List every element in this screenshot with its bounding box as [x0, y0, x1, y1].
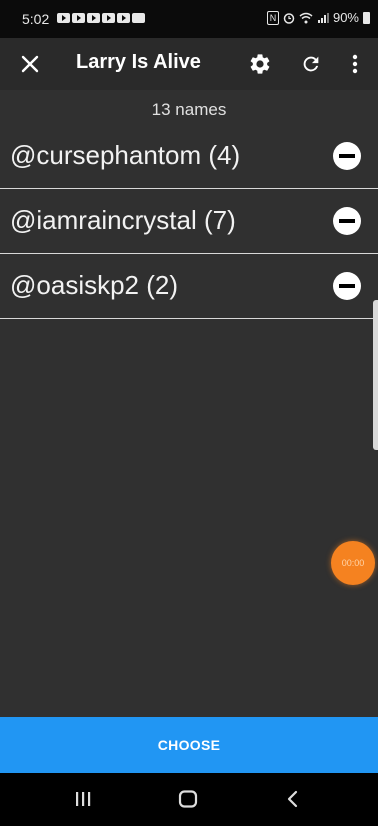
recents-icon	[76, 792, 91, 806]
system-icons: N 90%	[266, 10, 370, 25]
list-item[interactable]: @cursephantom (4)	[0, 124, 378, 189]
home-icon	[178, 790, 198, 808]
list-item[interactable]: @iamraincrystal (7)	[0, 189, 378, 254]
youtube-notification-icon	[102, 13, 115, 23]
list-item[interactable]: @oasiskp2 (2)	[0, 254, 378, 319]
youtube-notification-icon	[72, 13, 85, 23]
list-item-label: @oasiskp2 (2)	[10, 270, 179, 300]
list-item-label: @cursephantom (4)	[10, 140, 241, 170]
youtube-notification-icon	[87, 13, 100, 23]
signal-icon	[317, 12, 329, 23]
camera-notification-icon	[132, 13, 145, 23]
close-icon	[21, 55, 39, 73]
recents-button[interactable]	[69, 787, 97, 811]
remove-icon[interactable]	[333, 207, 361, 235]
list-item-label: @iamraincrystal (7)	[10, 205, 236, 235]
timer-value: 00:00	[341, 558, 365, 568]
overflow-menu-button[interactable]	[339, 48, 371, 80]
status-time: 5:02	[22, 11, 50, 27]
system-nav-bar	[0, 773, 378, 826]
gear-icon	[250, 54, 270, 74]
youtube-notification-icon	[57, 13, 70, 23]
edge-panel-handle[interactable]	[373, 300, 378, 450]
settings-button[interactable]	[244, 48, 276, 80]
wifi-icon	[299, 12, 313, 23]
more-vert-icon	[352, 54, 358, 74]
refresh-icon	[303, 56, 319, 72]
status-bar: 5:02 N 90%	[0, 0, 378, 38]
notification-icons	[57, 13, 145, 23]
battery-percent: 90%	[332, 10, 359, 25]
battery-icon	[363, 11, 370, 24]
refresh-button[interactable]	[295, 48, 327, 80]
alarm-icon	[283, 12, 295, 24]
app-bar: Larry Is Alive	[0, 38, 378, 90]
name-list: @cursephantom (4) @iamraincrystal (7) @o…	[0, 124, 378, 319]
youtube-notification-icon	[117, 13, 130, 23]
timer-button[interactable]: 00:00	[331, 541, 375, 585]
home-button[interactable]	[174, 787, 202, 811]
remove-icon[interactable]	[333, 272, 361, 300]
back-icon	[287, 790, 298, 808]
app-title: Larry Is Alive	[76, 51, 201, 73]
names-count: 13 names	[151, 100, 227, 119]
close-button[interactable]	[14, 48, 46, 80]
back-button[interactable]	[279, 787, 307, 811]
choose-button[interactable]: CHOOSE	[0, 717, 378, 773]
nfc-icon: N	[266, 10, 279, 25]
remove-icon[interactable]	[333, 142, 361, 170]
